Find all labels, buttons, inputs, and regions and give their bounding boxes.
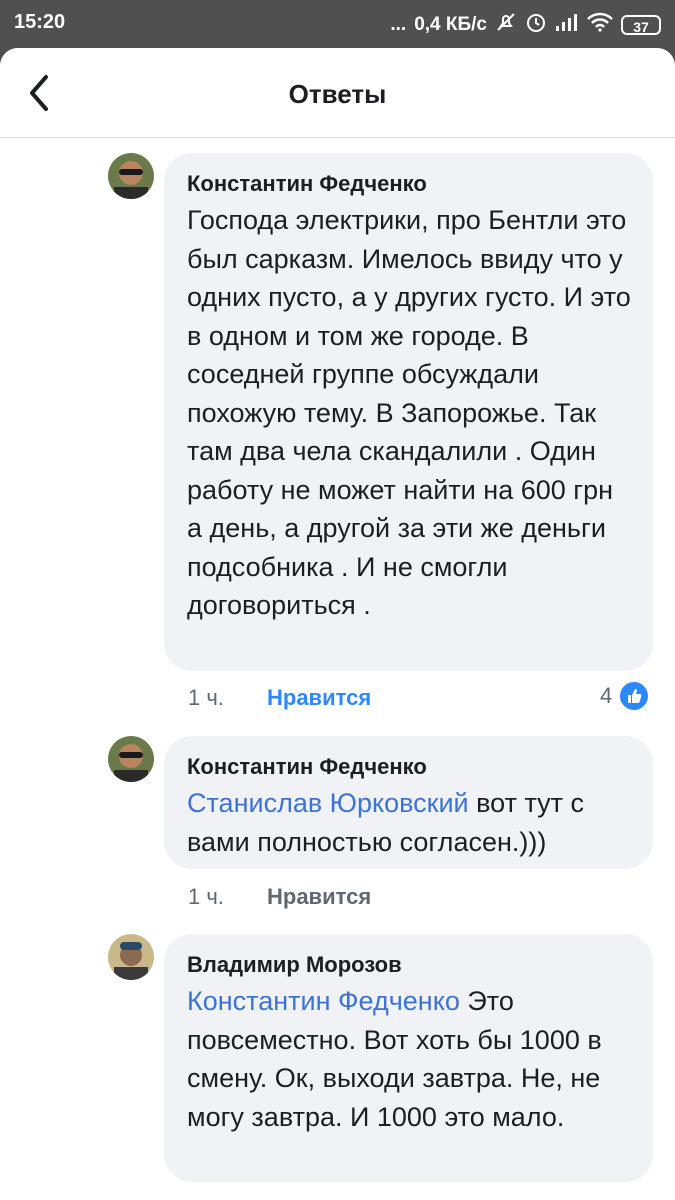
- comment-author[interactable]: Владимир Морозов: [187, 950, 631, 980]
- comment-time: 1 ч.: [188, 685, 224, 710]
- wifi-icon: [587, 12, 613, 37]
- comment-author[interactable]: Константин Федченко: [187, 169, 631, 199]
- reaction-count[interactable]: 4: [600, 680, 651, 712]
- thumbs-up-icon: [618, 680, 651, 712]
- page-title: Ответы: [288, 79, 387, 109]
- like-button[interactable]: Нравится: [267, 884, 371, 910]
- status-time: 15:20: [14, 11, 66, 33]
- comment-bubble: Владимир Морозов Константин Федченко Это…: [164, 934, 653, 1182]
- battery-icon: 37: [621, 14, 661, 35]
- status-bar: 15:20 ... 0,4 КБ/с 37: [0, 0, 675, 48]
- comment-time: 1 ч.: [188, 884, 224, 909]
- status-icons: ... 0,4 КБ/с 37: [390, 11, 661, 38]
- alarm-icon: [525, 11, 547, 38]
- mute-icon: [495, 11, 517, 38]
- replies-sheet: Ответы Константин Федченко Господа элект…: [0, 48, 675, 1200]
- header-bar: Ответы: [0, 48, 675, 138]
- status-dots: ...: [390, 13, 407, 35]
- avatar[interactable]: [108, 736, 154, 782]
- comment-bubble: Константин Федченко Господа электрики, п…: [164, 153, 653, 671]
- avatar[interactable]: [108, 934, 154, 980]
- comment-author[interactable]: Константин Федченко: [187, 752, 631, 782]
- like-button[interactable]: Нравится: [267, 685, 371, 711]
- like-count: 4: [600, 683, 613, 708]
- avatar[interactable]: [108, 153, 154, 199]
- comment-body: Господа электрики, про Бентли это был са…: [187, 205, 631, 620]
- mention-link[interactable]: Константин Федченко: [187, 986, 460, 1016]
- mention-link[interactable]: Станислав Юрковский: [187, 788, 469, 818]
- comment-text: Станислав Юрковский вот тут с вами полно…: [187, 784, 631, 861]
- comment-text: Константин Федченко Это повсеместно. Вот…: [187, 982, 631, 1136]
- signal-icon: [555, 12, 579, 37]
- network-speed: 0,4 КБ/с: [414, 13, 487, 35]
- comment-text: Господа электрики, про Бентли это был са…: [187, 201, 631, 625]
- comment-bubble: Константин Федченко Станислав Юрковский …: [164, 736, 653, 869]
